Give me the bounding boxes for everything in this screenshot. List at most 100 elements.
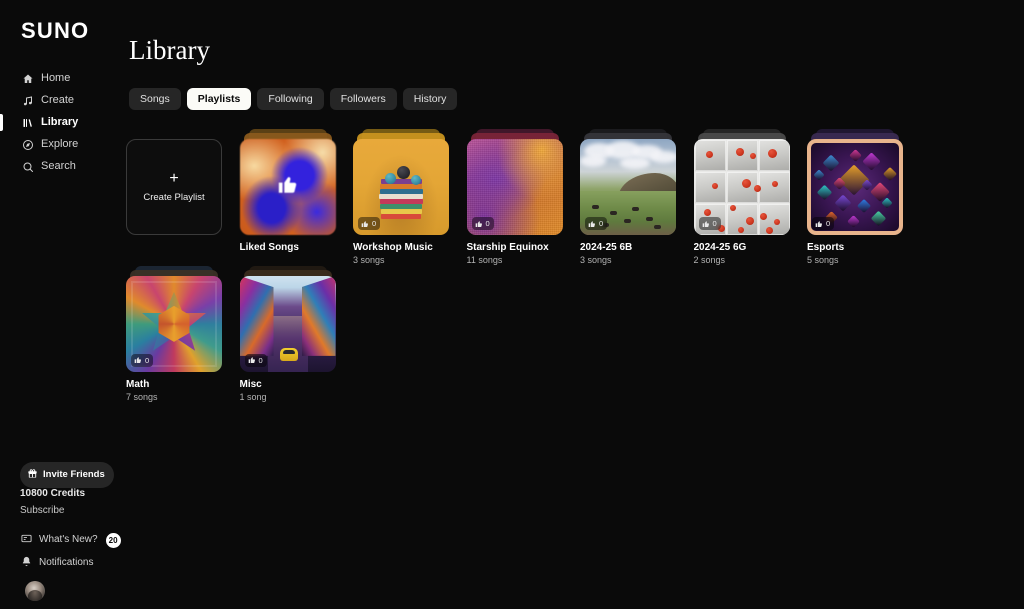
- playlist-cover-art[interactable]: 0: [239, 275, 336, 372]
- playlist-title[interactable]: Esports: [807, 242, 917, 253]
- sidebar-item-label: Library: [41, 116, 79, 128]
- like-count-badge[interactable]: 0: [244, 351, 267, 369]
- like-count-badge[interactable]: 0: [471, 215, 494, 233]
- playlist-card[interactable]: 0: [807, 129, 903, 235]
- playlist-title[interactable]: Workshop Music: [353, 242, 463, 253]
- avatar[interactable]: [25, 581, 45, 601]
- playlist-card[interactable]: 0: [580, 129, 676, 235]
- playlist-title[interactable]: Math: [126, 379, 236, 390]
- whats-new-item[interactable]: What's New? 20: [21, 531, 121, 549]
- thumbs-up-icon: [361, 215, 369, 233]
- playlist-song-count: 3 songs: [353, 255, 385, 265]
- playlist-cover-art[interactable]: 0: [807, 139, 903, 235]
- playlist-song-count: 1 song: [239, 391, 267, 402]
- playlist-cover-art[interactable]: 0: [126, 275, 222, 372]
- playlist-song-count: 11 songs: [466, 255, 503, 265]
- thumbs-up-icon: [588, 215, 596, 233]
- playlist-card[interactable]: 0: [353, 129, 449, 235]
- sidebar-item-search[interactable]: Search: [0, 156, 124, 177]
- notifications-label: Notifications: [39, 557, 94, 568]
- create-playlist-label: Create Playlist: [143, 192, 205, 204]
- playlist-card[interactable]: 0: [693, 129, 790, 235]
- playlist-cell: 0 Misc 1 song: [239, 265, 353, 403]
- playlist-song-count: 2 songs: [693, 255, 726, 265]
- playlist-title[interactable]: Misc: [240, 379, 350, 390]
- credits-amount: 10800 Credits: [20, 488, 86, 499]
- like-count-badge[interactable]: 0: [812, 215, 835, 233]
- sidebar-item-label: Home: [41, 72, 71, 84]
- playlist-cell: 0 Starship Equinox 11 songs: [466, 129, 580, 266]
- like-count: 0: [712, 218, 717, 228]
- create-playlist-cell: + Create Playlist: [125, 129, 239, 266]
- search-icon: [21, 160, 34, 173]
- playlist-grid: + Create Playlist Liked Songs 0 Workshop Mus…: [125, 129, 1024, 403]
- like-count: 0: [599, 218, 604, 228]
- subscribe-link[interactable]: Subscribe: [20, 506, 64, 516]
- like-count-badge[interactable]: 0: [358, 215, 381, 233]
- tab-history[interactable]: History: [402, 88, 458, 110]
- thumbs-up-icon: [248, 351, 256, 369]
- sidebar-item-home[interactable]: Home: [0, 68, 124, 89]
- gift-icon: [27, 466, 38, 484]
- playlist-cover-art[interactable]: 0: [580, 139, 676, 235]
- tab-followers[interactable]: Followers: [329, 88, 397, 110]
- playlist-title[interactable]: Starship Equinox: [467, 242, 577, 253]
- library-tab-bar: Songs Playlists Following Followers History: [129, 88, 458, 110]
- music-note-icon: [21, 94, 34, 107]
- like-count: 0: [258, 355, 263, 365]
- invite-friends-button[interactable]: Invite Friends: [20, 462, 114, 488]
- sidebar-item-label: Create: [41, 94, 75, 106]
- thumbs-up-icon: [475, 215, 483, 233]
- sidebar-item-explore[interactable]: Explore: [0, 134, 124, 155]
- bell-icon: [21, 554, 32, 572]
- whats-new-badge: 20: [105, 532, 121, 548]
- playlist-title[interactable]: Liked Songs: [240, 242, 350, 253]
- playlist-card[interactable]: 0: [126, 265, 222, 372]
- create-playlist-card[interactable]: + Create Playlist: [126, 129, 222, 235]
- playlist-song-count: 5 songs: [807, 255, 839, 265]
- thumbs-up-icon: [815, 215, 823, 233]
- like-count: 0: [485, 218, 490, 228]
- like-count-badge[interactable]: 0: [698, 215, 721, 233]
- invite-friends-label: Invite Friends: [43, 469, 105, 481]
- playlist-cell: 0 Math 7 songs: [125, 265, 239, 403]
- thumbs-up-icon: [134, 351, 142, 369]
- like-count: 0: [145, 355, 150, 365]
- playlist-cell: 0 2024-25 6B 3 songs: [579, 129, 693, 266]
- playlist-cover-art[interactable]: 0: [693, 139, 790, 235]
- sidebar-nav: Home Create Library Explore Search: [0, 68, 124, 178]
- playlist-song-count: 3 songs: [580, 255, 612, 265]
- tab-songs[interactable]: Songs: [129, 88, 181, 110]
- app-logo[interactable]: SUNO: [21, 20, 89, 42]
- playlist-cell: 0 Esports 5 songs: [806, 129, 920, 266]
- playlist-title[interactable]: 2024-25 6G: [694, 242, 804, 253]
- like-count: 0: [372, 218, 377, 228]
- create-playlist-tile[interactable]: + Create Playlist: [126, 139, 222, 235]
- playlist-song-count: 7 songs: [126, 391, 158, 402]
- notifications-item[interactable]: Notifications: [21, 554, 93, 572]
- thumbs-up-icon: [702, 215, 710, 233]
- megaphone-icon: [21, 531, 32, 549]
- like-count-badge[interactable]: 0: [585, 215, 608, 233]
- playlist-cover-art[interactable]: [239, 139, 336, 235]
- playlist-card[interactable]: 0: [466, 129, 563, 235]
- playlist-title[interactable]: 2024-25 6B: [580, 242, 690, 253]
- sidebar-item-label: Search: [41, 160, 76, 172]
- playlist-cell: Liked Songs: [239, 129, 353, 266]
- tab-playlists[interactable]: Playlists: [186, 88, 252, 110]
- playlist-card[interactable]: [239, 129, 336, 235]
- playlist-cover-art[interactable]: 0: [466, 139, 563, 235]
- sidebar-item-library[interactable]: Library: [0, 112, 124, 133]
- sidebar-item-create[interactable]: Create: [0, 90, 124, 111]
- thumbs-up-icon: [277, 174, 299, 201]
- playlist-cell: 0 2024-25 6G 2 songs: [693, 129, 807, 266]
- main-content: Library Songs Playlists Following Followers…: [124, 0, 1024, 609]
- playlist-cover-art[interactable]: 0: [353, 139, 449, 235]
- playlist-card[interactable]: 0: [239, 265, 336, 372]
- like-count-badge[interactable]: 0: [131, 351, 154, 369]
- tab-following[interactable]: Following: [257, 88, 324, 110]
- plus-icon: +: [169, 170, 179, 188]
- sidebar-item-label: Explore: [41, 138, 79, 150]
- home-icon: [21, 72, 34, 85]
- like-count: 0: [826, 218, 831, 228]
